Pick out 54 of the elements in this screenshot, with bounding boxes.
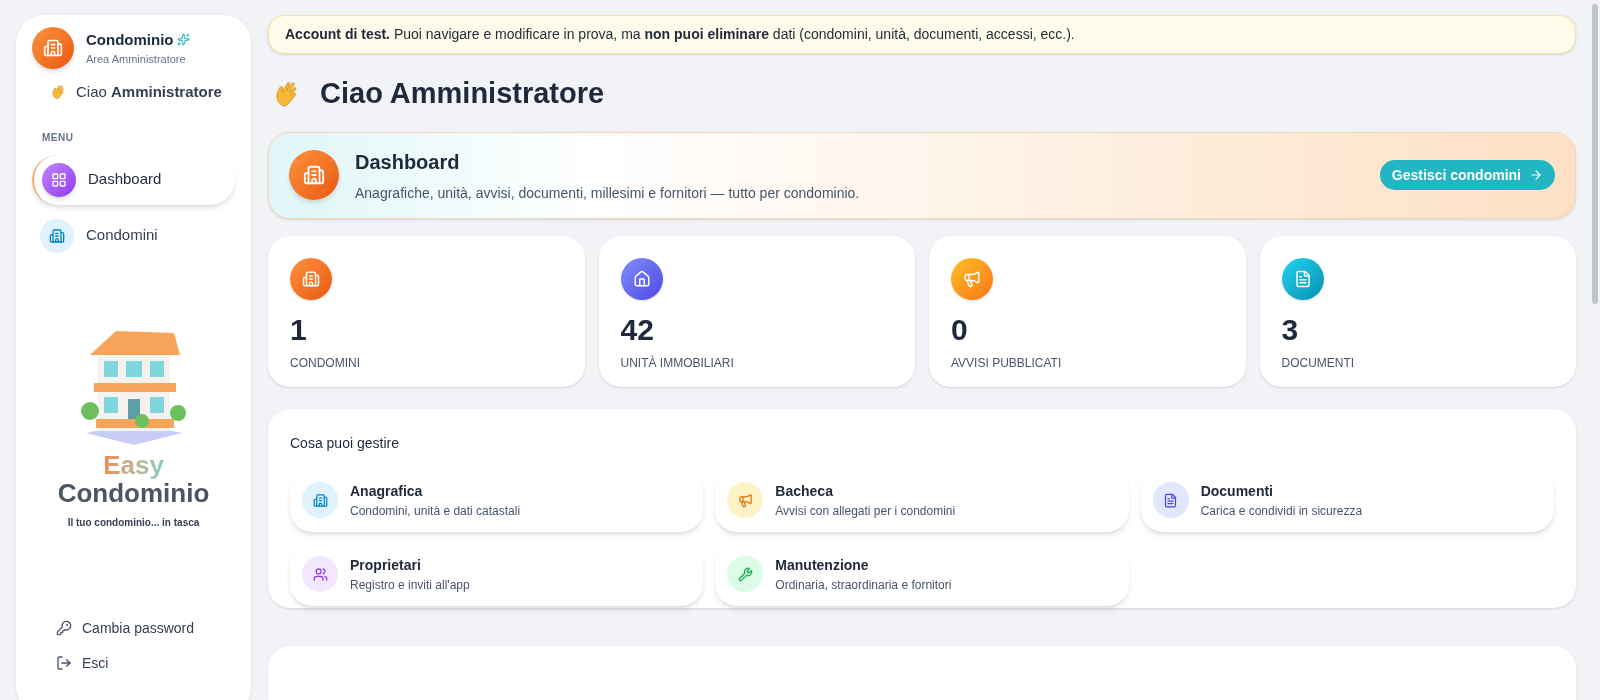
- stat-label: CONDOMINI: [290, 354, 361, 372]
- megaphone-icon: [963, 269, 981, 288]
- building-icon: [302, 269, 320, 288]
- users-icon: [312, 566, 328, 582]
- logout-icon: [56, 655, 72, 671]
- hero-title: Dashboard: [355, 149, 461, 175]
- stat-label: AVVISI PUBBLICATI: [951, 354, 1063, 372]
- feature-title: Documenti: [1200, 481, 1274, 501]
- feature-subtitle: Carica e condividi in sicurezza: [1200, 502, 1363, 520]
- feature-subtitle: Condomini, unità e dati catastali: [350, 502, 521, 520]
- stat-value: 42: [620, 313, 655, 346]
- brand-subtitle: Area Amministratore: [86, 52, 187, 67]
- house-icon: [632, 269, 651, 288]
- manage-title: Cosa puoi gestire: [290, 434, 399, 451]
- logo-name: Condominio: [57, 478, 210, 507]
- brand-title: Condominio: [86, 29, 174, 50]
- stat-value: 1: [290, 313, 308, 346]
- menu-heading: MENU: [42, 130, 75, 145]
- sidebar-link[interactable]: Cambia password: [56, 617, 235, 639]
- stat-value: 3: [1281, 313, 1300, 346]
- hero-subtitle: Anagrafiche, unità, avvisi, documenti, millesimi e fornitori — tutto per condominio.: [355, 183, 861, 203]
- page-heading: Ciao Amministratore: [320, 76, 605, 112]
- building-icon: [312, 492, 328, 508]
- wrench-icon: [737, 566, 753, 582]
- menu-item[interactable]: Condomini: [32, 210, 235, 261]
- banner-text: Account di test. Puoi navigare e modificare in prova, ma non puoi eliminare dati (condomini, unità, documenti, accessi, ecc.).: [285, 25, 1075, 45]
- feature-title: Manutenzione: [775, 555, 870, 575]
- stat-value: 0: [951, 313, 969, 346]
- feature-title: Anagrafica: [350, 481, 424, 501]
- building-icon: [303, 164, 325, 187]
- feature-subtitle: Avvisi con allegati per i condomini: [775, 502, 956, 520]
- feature-card[interactable]: Bacheca Avvisi con allegati per i condomini: [715, 468, 1129, 532]
- sparkles-icon: [177, 33, 191, 47]
- building-icon: [43, 38, 63, 58]
- document-icon: [1163, 492, 1179, 508]
- stat-label: UNITÀ IMMOBILIARI: [620, 354, 735, 372]
- megaphone-icon: [737, 492, 753, 508]
- feature-title: Proprietari: [350, 555, 422, 575]
- document-icon: [1293, 269, 1312, 288]
- feature-subtitle: Ordinaria, straordinaria e fornitori: [775, 576, 952, 594]
- stat-label: DOCUMENTI: [1281, 354, 1356, 372]
- logo-tagline: Il tuo condominio... in tasca: [67, 515, 200, 530]
- feature-title: Bacheca: [775, 481, 834, 501]
- sidebar-link[interactable]: Esci: [56, 652, 235, 674]
- feature-card[interactable]: Manutenzione Ordinaria, straordinaria e fornitori: [715, 542, 1129, 606]
- greeting: Ciao Amministratore: [76, 82, 222, 102]
- building-icon: [49, 227, 65, 244]
- key-icon: [56, 620, 72, 636]
- feature-card[interactable]: Anagrafica Condomini, unità e dati catastali: [290, 468, 704, 532]
- feature-card[interactable]: Proprietari Registro e inviti all'app: [290, 542, 704, 606]
- feature-subtitle: Registro e inviti all'app: [350, 576, 470, 594]
- grid-icon: [51, 171, 67, 188]
- feature-card[interactable]: Documenti Carica e condividi in sicurezza: [1140, 468, 1554, 532]
- menu-item[interactable]: Dashboard: [32, 154, 235, 205]
